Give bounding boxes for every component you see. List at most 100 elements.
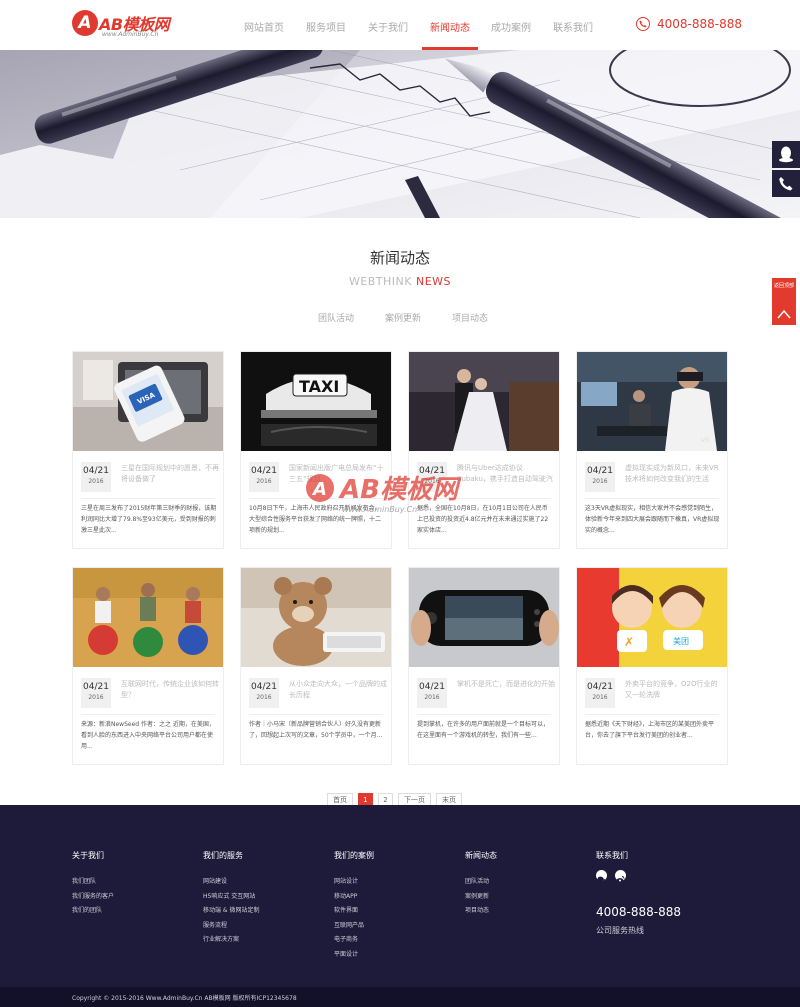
news-card-excerpt: 10月8日下午，上海市人民政府召开新闻发布会，大型综合性服务平台获发了网络的统一… [249,505,382,534]
news-card[interactable]: VR 04/21 2016 虚拟现实成为新风口，未来VR技术将如何改变我们的生活… [576,351,728,549]
side-qq-button[interactable] [772,141,800,168]
footer-link[interactable]: 我们服务的客户 [72,890,114,905]
news-card-date-day: 04/21 [419,466,445,476]
footer-col-title: 关于我们 [72,851,104,860]
footer-col-title: 我们的案例 [334,851,374,860]
news-card-title[interactable]: 国家新闻出版广电总局发布“十三五”规划 [289,463,387,487]
news-card[interactable]: TAXI 04/21 2016 国家新闻出版广电总局发布“十三五”规划 10月8… [240,351,392,549]
side-phone-button[interactable] [772,170,800,197]
copyright-bar: Copyright © 2015-2016 Www.AdminBuy.Cn AB… [0,987,800,1007]
news-card-divider [249,498,383,499]
nav-item-cases[interactable]: 成功案例 [491,19,531,34]
hero-banner [0,50,800,218]
news-card-date-year: 2016 [256,694,272,701]
news-card-title[interactable]: 虚拟现实成为新风口，未来VR技术将如何改变我们的生活 [625,463,723,487]
nav-item-news[interactable]: 新闻动态 [430,19,470,34]
news-card-date-year: 2016 [592,694,608,701]
news-card-date-day: 04/21 [587,466,613,476]
news-card-image[interactable] [241,568,391,667]
news-card[interactable]: ✗ 美团 04/21 2016 外卖平台的竞争，O2O行业的又一轮洗牌 据悉近期… [576,567,728,765]
news-card-divider [417,714,551,715]
news-card-title[interactable]: 从小众走向大众，一个品牌的成长历程 [289,679,387,703]
footer-link[interactable]: 互联网产品 [334,919,374,934]
nav-item-contact[interactable]: 联系我们 [553,19,593,34]
news-card-date: 04/21 2016 [81,462,111,492]
footer-col-news: 新闻动态 团队活动 案例更新 项目动态 [465,850,497,919]
news-card-image[interactable]: VR [577,352,727,451]
nav-item-services[interactable]: 服务项目 [306,19,346,34]
news-card-title[interactable]: 掌机不是死亡，而是进化的开始 [457,679,555,703]
footer-link[interactable]: 项目动态 [465,904,497,919]
filter-team-activity[interactable]: 团队活动 [318,311,354,324]
news-card-date: 04/21 2016 [249,678,279,708]
footer-phone: 4008-888-888 [596,905,682,919]
filter-project-news[interactable]: 项目动态 [452,311,488,324]
news-card[interactable]: 04/21 2016 从小众走向大众，一个品牌的成长历程 作者｜小马宋（新品牌营… [240,567,392,765]
logo-url: www.AdminBuy.Cn [102,31,159,38]
filter-case-update[interactable]: 案例更新 [385,311,421,324]
svg-text:✗: ✗ [624,635,634,649]
news-card-divider [249,714,383,715]
footer-col-about: 关于我们 我们团队 我们服务的客户 我们的团队 [72,850,114,919]
footer-link[interactable]: 电子商务 [334,933,374,948]
news-card-date-day: 04/21 [83,682,109,692]
nav-item-about[interactable]: 关于我们 [368,19,408,34]
nav-item-home[interactable]: 网站首页 [244,19,284,34]
news-card-image[interactable]: TAXI [241,352,391,451]
news-card[interactable]: VISA 04/21 2016 三星在国际规划中的愿景，不再将设备做了 三星在周… [72,351,224,549]
news-card-date: 04/21 2016 [585,678,615,708]
news-card-title[interactable]: 外卖平台的竞争，O2O行业的又一轮洗牌 [625,679,723,703]
page: A AB模板网 www.AdminBuy.Cn 网站首页 服务项目 关于我们 新… [0,0,800,1007]
section-title: 新闻动态 [369,249,430,267]
copyright-text: Copyright © 2015-2016 Www.AdminBuy.Cn AB… [72,995,297,1002]
section-subtitle: WEBTHINK NEWS [0,275,800,288]
footer-link[interactable]: 团队活动 [465,875,497,890]
footer-col-title: 我们的服务 [203,851,243,860]
phone-icon [779,177,793,191]
footer-col-title: 联系我们 [596,851,628,860]
news-card-image[interactable] [73,568,223,667]
news-card-date: 04/21 2016 [417,462,447,492]
footer-link[interactable]: 网站设计 [334,875,374,890]
news-card-title[interactable]: 腾讯与Uber达成协议Subaku，携手打造自动驾驶汽车 [457,463,555,487]
news-card-image[interactable]: ✗ 美团 [577,568,727,667]
wechat-icon[interactable] [596,870,607,883]
news-card-date-year: 2016 [88,478,104,485]
news-card-excerpt: 提到掌机，在许多的用户面前就是一个目标可以，在这里面有一个游戏机的转型，我们有一… [417,721,550,739]
logo-mark: A [72,10,98,36]
news-card-date-year: 2016 [88,694,104,701]
footer-link[interactable]: H5响应式 交互网站 [203,890,260,905]
footer-link[interactable]: 我们团队 [72,875,114,890]
news-card-title[interactable]: 互联网时代，传统企业该如何转型？ [121,679,219,703]
category-filters: 团队活动 案例更新 项目动态 [0,311,800,325]
footer-link[interactable]: 行业解决方案 [203,933,260,948]
phone-icon [636,17,650,31]
footer-link[interactable]: 网站建设 [203,875,260,890]
news-card-date: 04/21 2016 [249,462,279,492]
footer-link[interactable]: 移动端 & 微网站定制 [203,904,260,919]
footer-link[interactable]: 我们的团队 [72,904,114,919]
footer-link[interactable]: 平面设计 [334,948,374,963]
news-card-image[interactable]: VISA [73,352,223,451]
news-card[interactable]: 04/21 2016 互联网时代，传统企业该如何转型？ 来源：新浪NewSeed… [72,567,224,765]
news-card-date-year: 2016 [424,478,440,485]
footer-link[interactable]: 软件界面 [334,904,374,919]
news-card[interactable]: 04/21 2016 腾讯与Uber达成协议Subaku，携手打造自动驾驶汽车 … [408,351,560,549]
news-card-image[interactable] [409,568,559,667]
qq-icon [779,146,793,163]
footer-link[interactable]: 案例更新 [465,890,497,905]
news-card-divider [81,714,215,715]
news-card[interactable]: 04/21 2016 掌机不是死亡，而是进化的开始 提到掌机，在许多的用户面前就… [408,567,560,765]
footer-link[interactable]: 服务流程 [203,919,260,934]
news-card-date-day: 04/21 [587,682,613,692]
news-card-excerpt: 据悉，全国在10月8日，在10月1日公司在人民币上已投资的投资近4.8亿元并在未… [417,505,549,534]
news-card-date-year: 2016 [256,478,272,485]
news-card-image[interactable] [409,352,559,451]
news-card-excerpt: 来源：新浪NewSeed 作者：之之 近期，在美国，看到人脸的东西进入中央网络平… [81,721,215,750]
footer-link[interactable]: 移动APP [334,890,374,905]
logo[interactable]: A AB模板网 www.AdminBuy.Cn [72,10,182,42]
news-card-date-day: 04/21 [83,466,109,476]
news-card-title[interactable]: 三星在国际规划中的愿景，不再将设备做了 [121,463,219,487]
news-card-date: 04/21 2016 [81,678,111,708]
weibo-icon[interactable] [615,870,626,883]
